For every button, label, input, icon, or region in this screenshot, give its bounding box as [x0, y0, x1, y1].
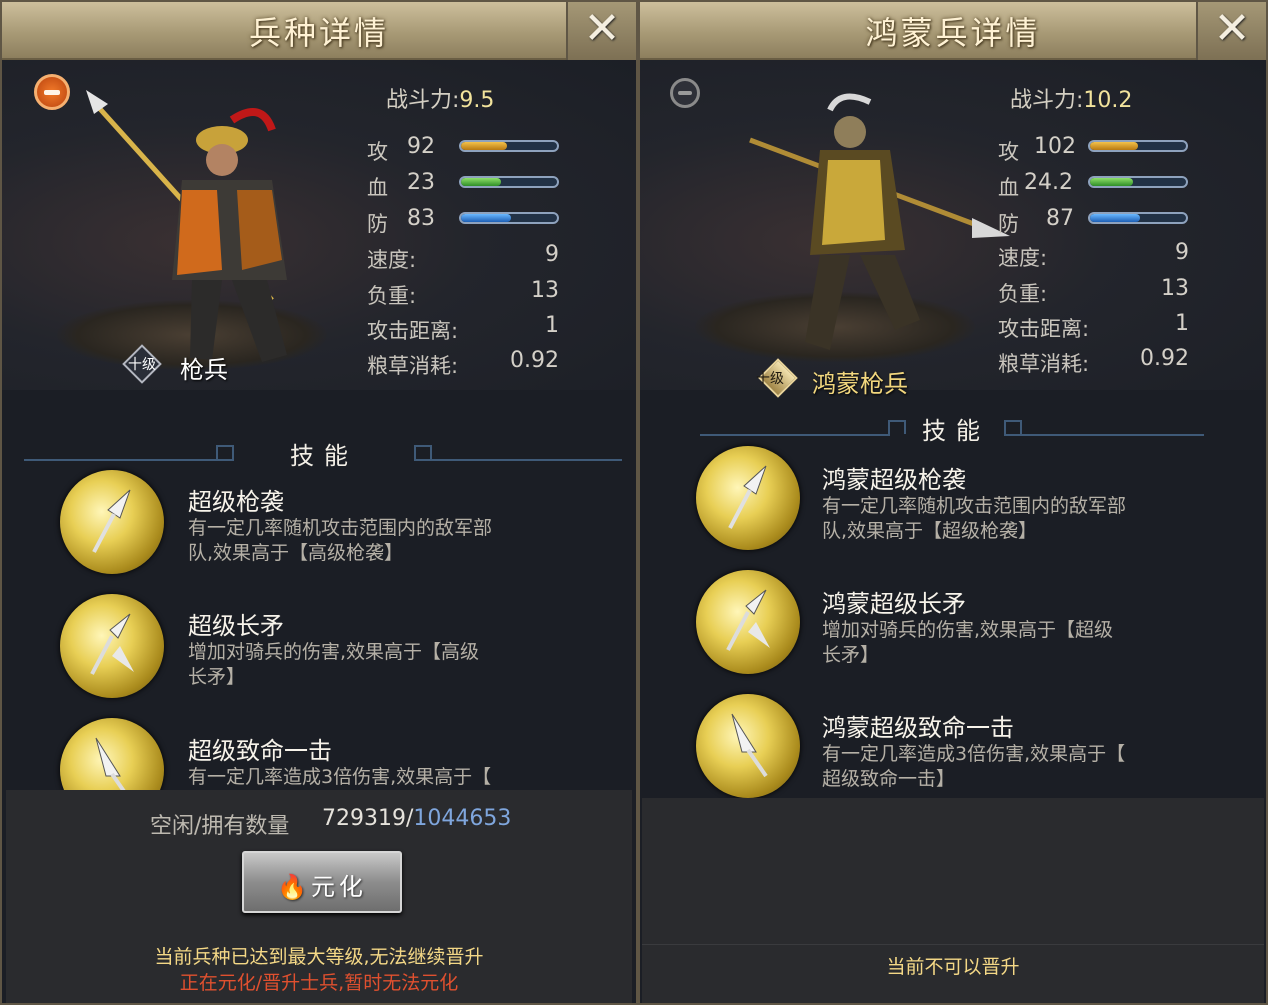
- count-label: 空闲/拥有数量: [150, 814, 290, 839]
- skill-desc: 有一定几率随机攻击范围内的敌军部 队,效果高于【超级枪袭】: [822, 495, 1127, 542]
- skills-title: 技能: [922, 417, 990, 445]
- unit-name: 枪兵: [180, 356, 228, 384]
- bottom-bar: 当前不可以晋升: [642, 798, 1264, 1003]
- divider-right: [1004, 434, 1204, 436]
- food-label: 粮草消耗:: [367, 354, 459, 378]
- divider-left: [700, 434, 890, 436]
- fatal-strike-icon[interactable]: [696, 694, 800, 798]
- range-value: 1: [1175, 311, 1189, 336]
- power-label: 战斗力:: [386, 88, 460, 113]
- yuanhua-label: 元化: [310, 873, 367, 901]
- unit-overview: 十级 枪兵 战斗力:9.5 攻 92 血 23 防 83 速度: 9 负重: 1…: [2, 60, 636, 390]
- count-idle: 729319/: [322, 806, 414, 831]
- unit-level: 十级: [756, 371, 784, 387]
- panel-title: 鸿蒙兵详情: [865, 14, 1041, 52]
- food-value: 0.92: [1140, 346, 1189, 371]
- skill-desc: 有一定几率随机攻击范围内的敌军部 队,效果高于【高级枪袭】: [188, 517, 493, 564]
- count-total: 1044653: [413, 806, 512, 831]
- ornament: [216, 445, 234, 459]
- skill-name: 超级枪袭: [188, 488, 284, 516]
- unit-level: 十级: [128, 357, 156, 373]
- skill-desc: 有一定几率造成3倍伤害,效果高于【 超级致命一击】: [822, 743, 1126, 790]
- attack-value: 102: [1034, 134, 1076, 159]
- hongmeng-spearman-figure: [749, 93, 1010, 350]
- skill-desc: 增加对骑兵的伤害,效果高于【超级 长矛】: [822, 619, 1114, 666]
- speed-label: 速度:: [998, 246, 1048, 270]
- ornament: [1004, 420, 1022, 434]
- bottom-bar: 空闲/拥有数量 729319/1044653 🔥元化 当前兵种已达到最大等级,无…: [6, 790, 632, 1003]
- hp-label: 血: [367, 176, 388, 200]
- hp-value: 24.2: [1024, 170, 1073, 195]
- attack-bar: [1088, 140, 1188, 152]
- skill-name: 超级致命一击: [188, 737, 332, 765]
- attack-bar: [459, 140, 559, 152]
- speed-label: 速度:: [367, 248, 417, 272]
- attack-label: 攻: [998, 140, 1019, 164]
- defense-value: 87: [1046, 206, 1074, 231]
- range-value: 1: [545, 313, 559, 338]
- load-value: 13: [1161, 276, 1189, 301]
- remove-icon[interactable]: [34, 74, 70, 110]
- remove-icon[interactable]: [670, 78, 700, 108]
- ornament: [888, 420, 906, 434]
- close-button[interactable]: ✕: [1196, 2, 1266, 60]
- spearman-figure: [86, 90, 287, 362]
- defense-label: 防: [367, 212, 388, 236]
- range-label: 攻击距离:: [367, 319, 459, 343]
- speed-value: 9: [545, 242, 559, 267]
- spear-strike-icon[interactable]: [60, 470, 164, 574]
- power-label: 战斗力:: [1010, 88, 1084, 113]
- power-value: 9.5: [459, 88, 495, 113]
- power: 战斗力:9.5: [386, 82, 494, 114]
- defense-bar: [459, 212, 559, 224]
- unit-overview: 十级 鸿蒙枪兵 战斗力:10.2 攻 102 血 24.2 防 87 速度: 9…: [640, 60, 1266, 398]
- defense-value: 83: [407, 206, 435, 231]
- defense-label: 防: [998, 212, 1019, 236]
- unit-name: 鸿蒙枪兵: [812, 370, 908, 398]
- panel-title: 兵种详情: [248, 14, 389, 52]
- skill-name: 鸿蒙超级致命一击: [822, 714, 1014, 742]
- skill-desc: 增加对骑兵的伤害,效果高于【高级 长矛】: [188, 641, 480, 688]
- panel-header: 兵种详情 ✕: [2, 2, 636, 60]
- close-x-icon[interactable]: ✕: [1198, 4, 1266, 54]
- skill-name: 超级长矛: [188, 612, 284, 640]
- long-spear-icon[interactable]: [60, 594, 164, 698]
- divider-right: [414, 459, 622, 461]
- range-label: 攻击距离:: [998, 317, 1090, 341]
- hp-bar: [1088, 176, 1188, 188]
- power-value: 10.2: [1083, 88, 1133, 113]
- close-x-icon[interactable]: ✕: [568, 4, 636, 54]
- skill-name: 鸿蒙超级枪袭: [822, 466, 966, 494]
- skill-desc: 有一定几率造成3倍伤害,效果高于【: [188, 766, 492, 788]
- hp-value: 23: [407, 170, 435, 195]
- divider-left: [24, 459, 234, 461]
- load-label: 负重:: [367, 284, 417, 308]
- power: 战斗力:10.2: [1010, 82, 1132, 114]
- attack-value: 92: [407, 134, 435, 159]
- spear-strike-icon[interactable]: [696, 446, 800, 550]
- hp-bar: [459, 176, 559, 188]
- right-panel: 鸿蒙兵详情 ✕ 十级 鸿蒙枪兵 战斗力:10.2 攻 102 血 24.2 防 …: [638, 0, 1268, 1005]
- busy-note: 正在元化/晋升士兵,暂时无法元化: [179, 972, 459, 994]
- load-value: 13: [531, 278, 559, 303]
- panel-header: 鸿蒙兵详情 ✕: [640, 2, 1266, 60]
- cannot-promote-note: 当前不可以晋升: [886, 956, 1020, 978]
- close-button[interactable]: ✕: [566, 2, 636, 60]
- skills-title: 技能: [290, 442, 358, 470]
- food-label: 粮草消耗:: [998, 352, 1090, 376]
- load-label: 负重:: [998, 282, 1048, 306]
- attack-label: 攻: [367, 140, 388, 164]
- yuanhua-button[interactable]: 🔥元化: [242, 851, 402, 913]
- max-level-note: 当前兵种已达到最大等级,无法继续晋升: [154, 946, 484, 968]
- left-panel: 兵种详情 ✕ 十级 枪兵 战斗力:9.5 攻 92 血 23 防 83 速度: …: [0, 0, 638, 1005]
- speed-value: 9: [1175, 240, 1189, 265]
- defense-bar: [1088, 212, 1188, 224]
- food-value: 0.92: [510, 348, 559, 373]
- skill-name: 鸿蒙超级长矛: [822, 590, 966, 618]
- flame-icon: 🔥: [277, 873, 311, 901]
- hp-label: 血: [998, 176, 1019, 200]
- count-value: 729319/1044653: [322, 806, 511, 831]
- long-spear-icon[interactable]: [696, 570, 800, 674]
- ornament: [414, 445, 432, 459]
